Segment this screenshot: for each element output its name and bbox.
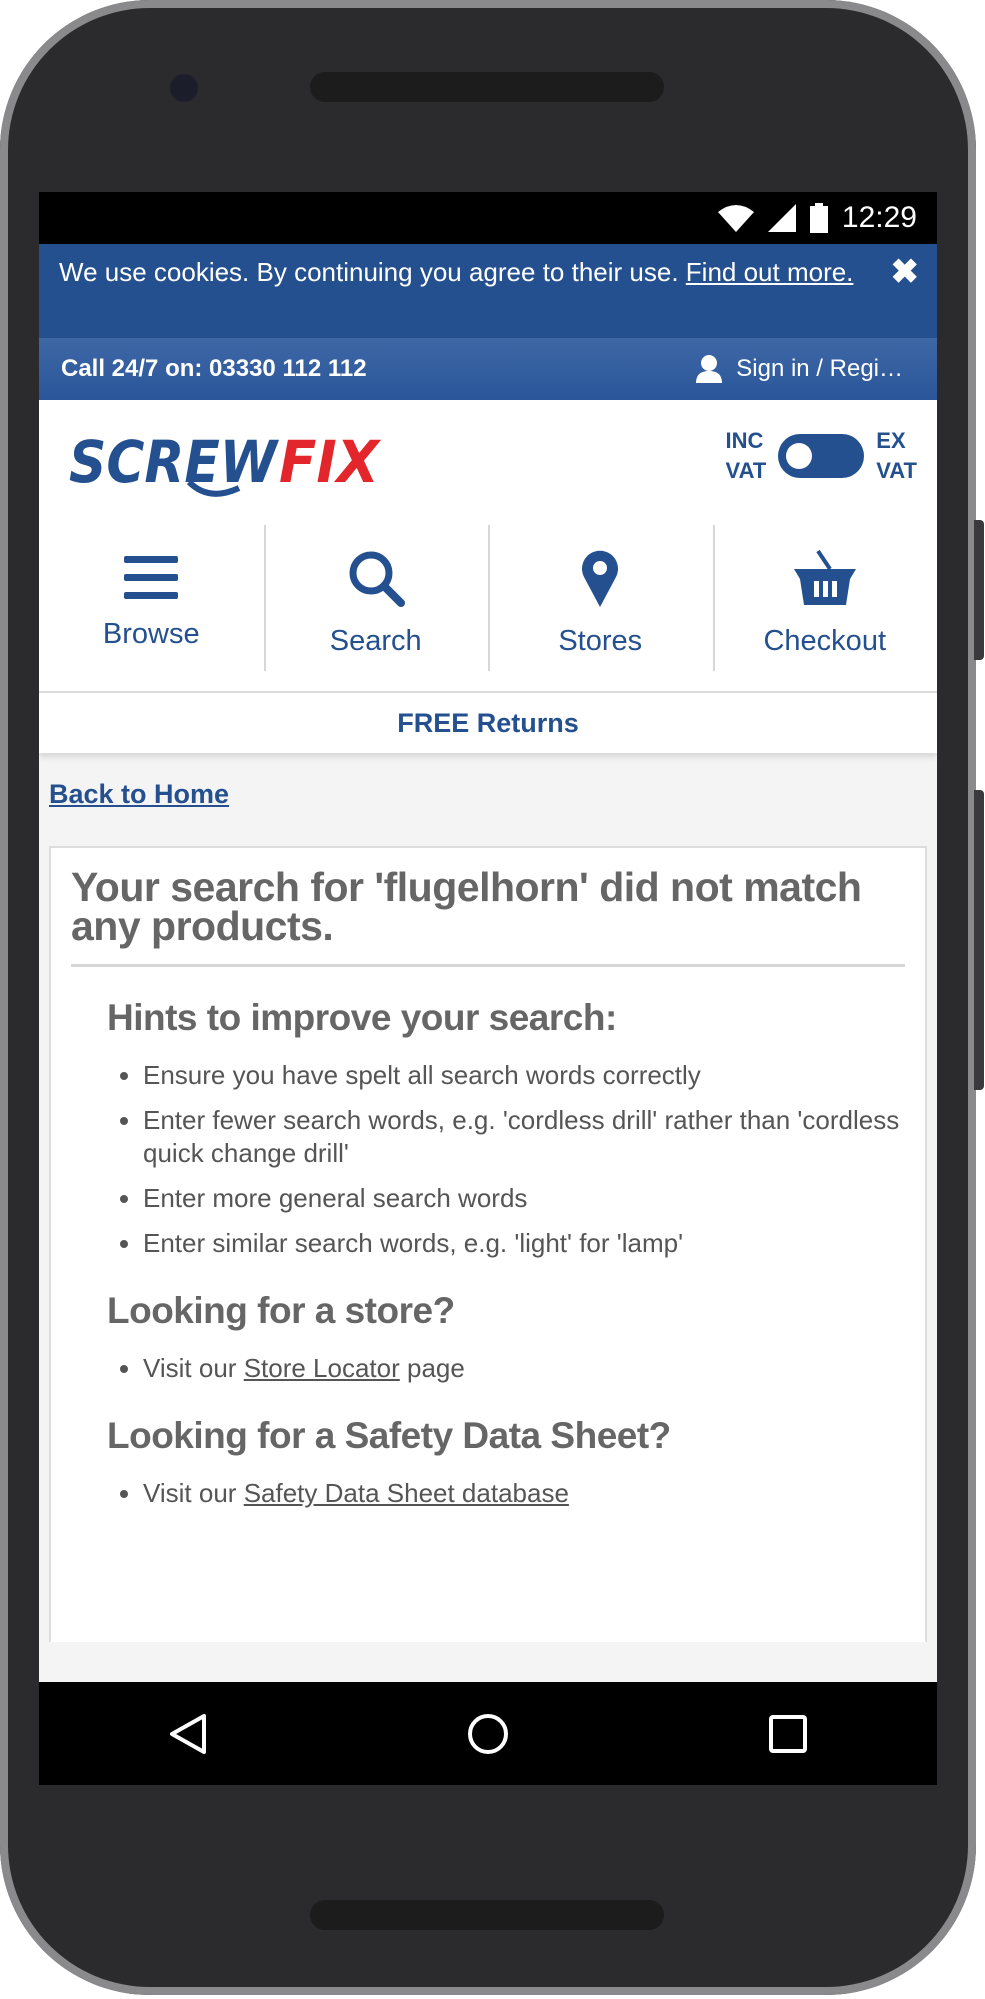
hamburger-menu-icon <box>124 555 179 599</box>
list-item: Enter more general search words <box>143 1182 905 1215</box>
main-nav: Browse Search Stores Checkout <box>39 515 937 693</box>
list-item: Ensure you have spelt all search words c… <box>143 1059 905 1092</box>
cell-signal-icon <box>767 204 796 232</box>
back-to-home-link[interactable]: Back to Home <box>49 779 229 810</box>
logo-fix-text: FIX <box>279 430 382 496</box>
nav-browse-label: Browse <box>102 617 200 650</box>
sds-heading: Looking for a Safety Data Sheet? <box>107 1415 671 1456</box>
list-item: Enter fewer search words, e.g. 'cordless… <box>143 1104 905 1170</box>
user-icon <box>696 355 723 383</box>
power-button <box>974 520 984 660</box>
call-number[interactable]: Call 24/7 on: 03330 112 112 <box>61 355 367 383</box>
front-camera <box>170 74 198 102</box>
list-item: Visit our Safety Data Sheet database <box>143 1477 905 1510</box>
home-circle-icon[interactable] <box>466 1712 510 1756</box>
nav-browse[interactable]: Browse <box>39 515 264 691</box>
nav-stores-label: Stores <box>558 624 643 657</box>
site-header: SCREW FIX INC VAT EX VAT <box>39 400 937 515</box>
vat-toggle-switch[interactable] <box>778 434 865 478</box>
toggle-knob <box>786 443 813 469</box>
safety-data-sheet-link[interactable]: Safety Data Sheet database <box>244 1478 569 1508</box>
no-results-panel: Your search for 'flugelhorn' did not mat… <box>49 846 927 1642</box>
hints-heading: Hints to improve your search: <box>107 997 617 1038</box>
ex-vat-label: EX VAT <box>876 428 917 483</box>
cookie-banner: We use cookies. By continuing you agree … <box>39 244 937 338</box>
recents-square-icon[interactable] <box>768 1714 808 1754</box>
free-returns-banner[interactable]: FREE Returns <box>39 693 937 753</box>
sds-list: Visit our Safety Data Sheet database <box>107 1477 905 1510</box>
cookie-text: We use cookies. By continuing you agree … <box>59 257 679 287</box>
hints-list: Ensure you have spelt all search words c… <box>107 1059 905 1260</box>
nav-checkout-label: Checkout <box>763 624 886 657</box>
volume-button <box>974 790 984 1090</box>
close-icon[interactable]: ✖ <box>891 254 920 291</box>
nav-search[interactable]: Search <box>263 515 489 691</box>
list-item: Visit our Store Locator page <box>143 1352 905 1385</box>
bottom-speaker <box>310 1900 664 1930</box>
map-pin-icon <box>582 550 619 607</box>
device-screen: 12:29 We use cookies. By continuing you … <box>39 192 937 1785</box>
nav-checkout[interactable]: Checkout <box>712 515 938 691</box>
battery-icon <box>809 203 828 233</box>
store-list: Visit our Store Locator page <box>107 1352 905 1385</box>
store-locator-link[interactable]: Store Locator <box>244 1353 400 1383</box>
android-nav-bar <box>39 1682 937 1785</box>
status-time: 12:29 <box>841 201 917 234</box>
no-results-title: Your search for 'flugelhorn' did not mat… <box>71 867 905 967</box>
main-content: Back to Home Your search for 'flugelhorn… <box>39 753 937 1685</box>
screwfix-logo[interactable]: SCREW FIX <box>69 428 389 505</box>
sign-in-label: Sign in / Regi… <box>736 355 903 382</box>
nav-search-label: Search <box>329 624 422 657</box>
inc-vat-label: INC VAT <box>725 428 767 483</box>
earpiece-speaker <box>310 72 664 102</box>
basket-icon <box>793 549 856 605</box>
list-item: Enter similar search words, e.g. 'light'… <box>143 1227 905 1260</box>
call-bar: Call 24/7 on: 03330 112 112 Sign in / Re… <box>39 338 937 400</box>
wifi-icon <box>717 205 754 232</box>
status-bar: 12:29 <box>39 192 937 244</box>
vat-toggle-group: INC VAT EX VAT <box>726 426 917 486</box>
nav-stores[interactable]: Stores <box>488 515 713 691</box>
back-triangle-icon[interactable] <box>168 1712 208 1756</box>
magnifier-icon <box>349 551 405 607</box>
cookie-find-out-more-link[interactable]: Find out more. <box>686 257 854 287</box>
sign-in-link[interactable]: Sign in / Regi… <box>696 355 903 383</box>
store-heading: Looking for a store? <box>107 1290 455 1331</box>
logo-screw-text: SCREW <box>69 430 280 496</box>
